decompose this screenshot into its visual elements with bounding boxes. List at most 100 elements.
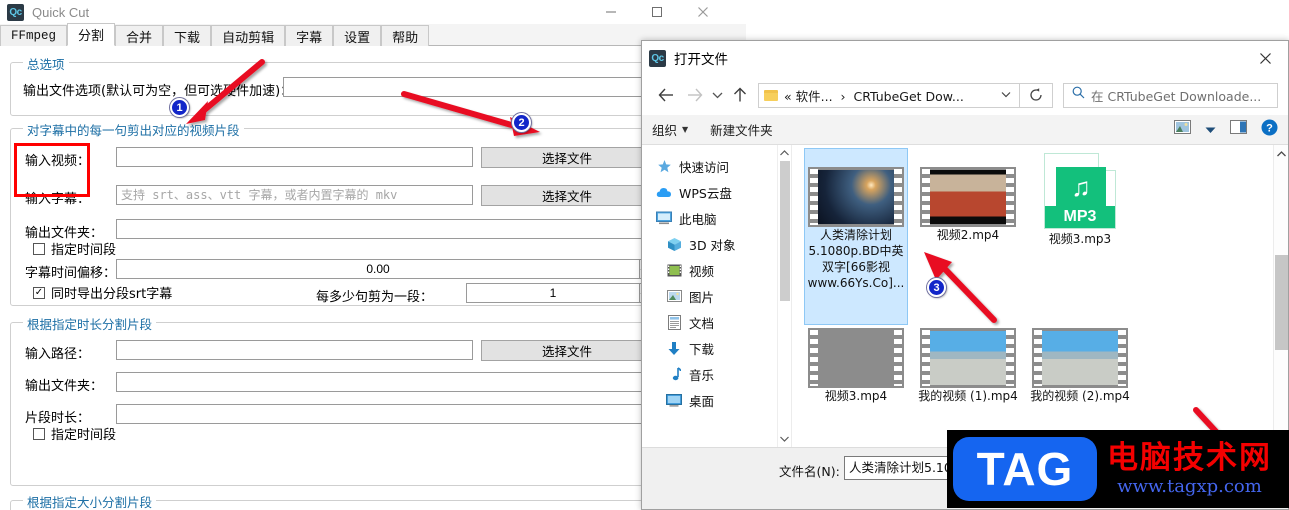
tab-subtitle[interactable]: 字幕 xyxy=(285,25,334,46)
file-name: 人类清除计划5.1080p.BD中英双字[66影视www.66Ys.Co]... xyxy=(807,228,905,290)
list-item[interactable]: ♫ MP3 视频3.mp3 xyxy=(1028,153,1132,247)
mp3-file-icon: ♫ MP3 xyxy=(1044,153,1116,229)
sidebar-item-wps-cloud[interactable]: WPS云盘 xyxy=(642,179,791,205)
toolbar-right-group: ? xyxy=(1174,119,1278,141)
list-item[interactable]: 我的视频 (2).mp4 xyxy=(1028,328,1132,404)
preview-pane-icon[interactable] xyxy=(1230,120,1247,139)
sidebar-scroll-thumb[interactable] xyxy=(780,161,790,301)
checkbox-export-srt[interactable]: ✓ 同时导出分段srt字幕 xyxy=(33,283,172,302)
input-path-field[interactable] xyxy=(116,340,473,360)
tab-ffmpeg[interactable]: FFmpeg xyxy=(0,25,68,46)
sidebar-item-quick-access[interactable]: 快速访问 xyxy=(642,153,791,179)
view-layout-icon[interactable] xyxy=(1174,120,1191,139)
refresh-icon[interactable] xyxy=(1020,82,1053,108)
main-window: Qc Quick Cut FFmpeg 分割 合并 下载 自动剪辑 字幕 设置 xyxy=(0,0,746,510)
sidebar-item-desktop[interactable]: 桌面 xyxy=(642,387,791,413)
svg-text:?: ? xyxy=(1266,122,1273,134)
group-general-options: 总选项 输出文件选项(默认可为空，但可选硬件加速)： xyxy=(10,54,736,116)
sidebar-label: WPS云盘 xyxy=(679,185,732,201)
sidebar-item-videos[interactable]: 视频 xyxy=(642,257,791,283)
scroll-up-icon[interactable] xyxy=(1274,145,1288,162)
scroll-up-icon[interactable] xyxy=(778,145,791,161)
tab-split[interactable]: 分割 xyxy=(67,23,116,46)
organize-button[interactable]: 组织 ▼ xyxy=(652,120,688,139)
subtitle-offset-field[interactable]: 0.00 xyxy=(116,259,640,279)
clip-duration-field[interactable] xyxy=(116,404,653,424)
tab-settings[interactable]: 设置 xyxy=(333,25,382,46)
folder-icon xyxy=(764,89,778,101)
file-list[interactable]: 人类清除计划5.1080p.BD中英双字[66影视www.66Ys.Co]...… xyxy=(791,145,1288,447)
sidebar-scrollbar[interactable] xyxy=(777,145,791,447)
breadcrumb[interactable]: « 软件... › CRTubeGet Dow... xyxy=(758,82,1020,108)
sidebar-item-documents[interactable]: 文档 xyxy=(642,309,791,335)
breadcrumb-part-1[interactable]: CRTubeGet Dow... xyxy=(853,89,963,104)
sidebar-item-this-pc[interactable]: 此电脑 xyxy=(642,205,791,231)
cube-icon xyxy=(666,236,682,252)
sidebar-item-pictures[interactable]: 图片 xyxy=(642,283,791,309)
sidebar-item-downloads[interactable]: 下载 xyxy=(642,335,791,361)
video-thumbnail xyxy=(920,167,1016,227)
desktop-icon xyxy=(666,392,682,408)
output-folder-field-2[interactable] xyxy=(116,372,653,392)
watermark: TAG 电脑技术网 www.tagxp.com xyxy=(947,430,1289,508)
search-input[interactable]: 在 CRTubeGet Downloade... xyxy=(1063,82,1278,108)
breadcrumb-chevron-down-icon[interactable] xyxy=(1001,90,1011,100)
close-button[interactable] xyxy=(680,0,726,24)
window-controls xyxy=(588,0,726,24)
sidebar-label: 桌面 xyxy=(689,393,715,409)
list-item[interactable]: 视频3.mp4 xyxy=(804,328,908,404)
input-video-browse-button[interactable]: 选择文件 xyxy=(481,147,653,168)
checkbox-box xyxy=(33,427,45,440)
sidebar-label: 3D 对象 xyxy=(689,237,736,253)
list-item[interactable]: 我的视频 (1).mp4 xyxy=(916,328,1020,404)
tab-auto-edit[interactable]: 自动剪辑 xyxy=(211,25,286,46)
back-icon[interactable] xyxy=(652,82,680,108)
video-thumbnail xyxy=(1032,328,1128,388)
file-name: 视频3.mp3 xyxy=(1048,232,1112,246)
maximize-button[interactable] xyxy=(634,0,680,24)
group-duration-split-title: 根据指定时长分割片段 xyxy=(23,314,157,333)
tab-merge[interactable]: 合并 xyxy=(115,25,164,46)
input-video-field[interactable] xyxy=(116,147,473,167)
group-general-options-title: 总选项 xyxy=(23,54,69,73)
output-folder-field-1[interactable] xyxy=(116,219,653,239)
up-icon[interactable] xyxy=(726,82,754,108)
sidebar-item-music[interactable]: 音乐 xyxy=(642,361,791,387)
callout-badge-3: 3 xyxy=(927,278,946,297)
new-folder-button[interactable]: 新建文件夹 xyxy=(710,120,773,139)
app-logo-icon: Qc xyxy=(7,3,24,21)
sidebar-label: 下载 xyxy=(689,341,715,357)
checkbox-time-range-1[interactable]: 指定时间段 xyxy=(33,239,116,258)
list-item[interactable]: 人类清除计划5.1080p.BD中英双字[66影视www.66Ys.Co]... xyxy=(804,167,908,291)
forward-icon[interactable] xyxy=(680,82,708,108)
input-path-browse-button[interactable]: 选择文件 xyxy=(481,340,653,361)
thumbnail-image xyxy=(818,170,894,224)
checkbox-time-range-2[interactable]: 指定时间段 xyxy=(33,424,116,443)
sidebar-item-3d-objects[interactable]: 3D 对象 xyxy=(642,231,791,257)
file-list-scroll-thumb[interactable] xyxy=(1275,255,1288,350)
breadcrumb-part-0[interactable]: 软件... xyxy=(796,89,833,104)
group-size-split: 根据指定大小分割片段 xyxy=(10,492,736,510)
music-note-icon xyxy=(666,366,682,382)
view-chevron-down-icon[interactable] xyxy=(1205,121,1216,139)
dialog-close-button[interactable] xyxy=(1243,41,1288,75)
help-icon[interactable]: ? xyxy=(1261,119,1278,141)
sentences-per-clip-field[interactable]: 1 xyxy=(466,283,640,303)
watermark-logo: TAG xyxy=(953,437,1097,501)
subtitle-offset-label: 字幕时间偏移： xyxy=(25,266,117,281)
dialog-sidebar: 快速访问 WPS云盘 此电脑 3D 对象 视频 图片 文档 下载 音乐 桌面 xyxy=(642,145,791,447)
recent-locations-chevron-down-icon[interactable] xyxy=(708,82,726,108)
file-list-scrollbar[interactable] xyxy=(1273,145,1288,447)
input-subtitle-field[interactable]: 支持 srt、ass、vtt 字幕，或者内置字幕的 mkv xyxy=(116,185,473,205)
video-folder-icon xyxy=(666,262,682,278)
input-subtitle-browse-button[interactable]: 选择文件 xyxy=(481,185,653,206)
sidebar-label: 此电脑 xyxy=(679,211,717,227)
new-folder-label: 新建文件夹 xyxy=(710,123,773,138)
tab-help[interactable]: 帮助 xyxy=(381,25,430,46)
dialog-app-icon: Qc xyxy=(649,49,666,67)
minimize-button[interactable] xyxy=(588,0,634,24)
list-item[interactable]: 视频2.mp4 xyxy=(916,167,1020,243)
scroll-down-icon[interactable] xyxy=(778,431,791,447)
tab-download[interactable]: 下载 xyxy=(163,25,212,46)
breadcrumb-chevron: › xyxy=(836,88,850,104)
